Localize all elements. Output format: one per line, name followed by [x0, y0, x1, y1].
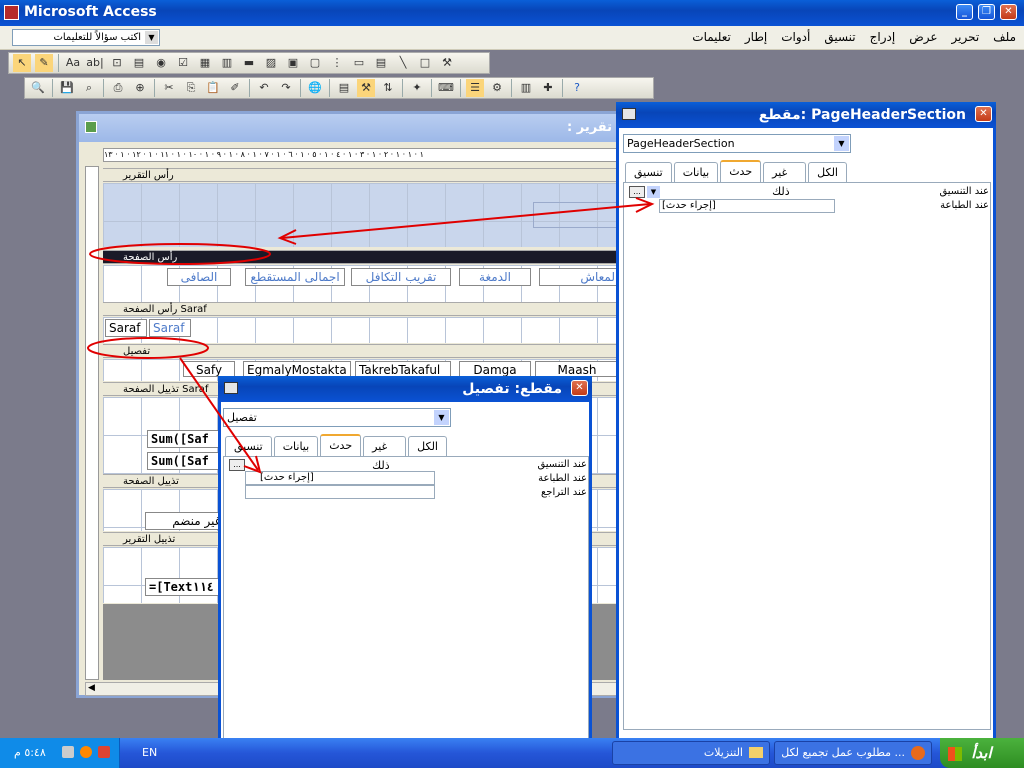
taskbar-task-2[interactable]: التنزيلات: [612, 741, 770, 765]
annotation-ellipse-page-header: [89, 243, 271, 265]
annotation-arrow-detail: [179, 357, 259, 471]
folder-icon: [749, 747, 763, 758]
task-2-label: التنزيلات: [703, 746, 743, 759]
start-button[interactable]: ابدأ: [940, 738, 1024, 768]
taskbar-task-1[interactable]: مطلوب عمل تجميع لكل ...: [774, 741, 932, 765]
tray-media-icon[interactable]: [80, 746, 92, 758]
task-1-label: مطلوب عمل تجميع لكل ...: [781, 746, 905, 759]
tray-speaker-icon[interactable]: [62, 746, 74, 758]
language-indicator[interactable]: EN: [142, 746, 157, 759]
annotation-arrow-page-header: [281, 203, 651, 239]
system-tray: ٥:٤٨ م: [0, 738, 120, 768]
windows-logo-icon: [948, 746, 962, 761]
annotation-overlay: [87, 197, 655, 474]
clock: ٥:٤٨ م: [14, 746, 46, 759]
start-label: ابدأ: [971, 744, 992, 762]
tray-shield-icon[interactable]: [98, 746, 110, 758]
taskbar: ابدأ مطلوب عمل تجميع لكل ... التنزيلات E…: [0, 738, 1024, 768]
annotation-ellipse-detail: [87, 337, 209, 359]
firefox-icon: [911, 746, 925, 760]
